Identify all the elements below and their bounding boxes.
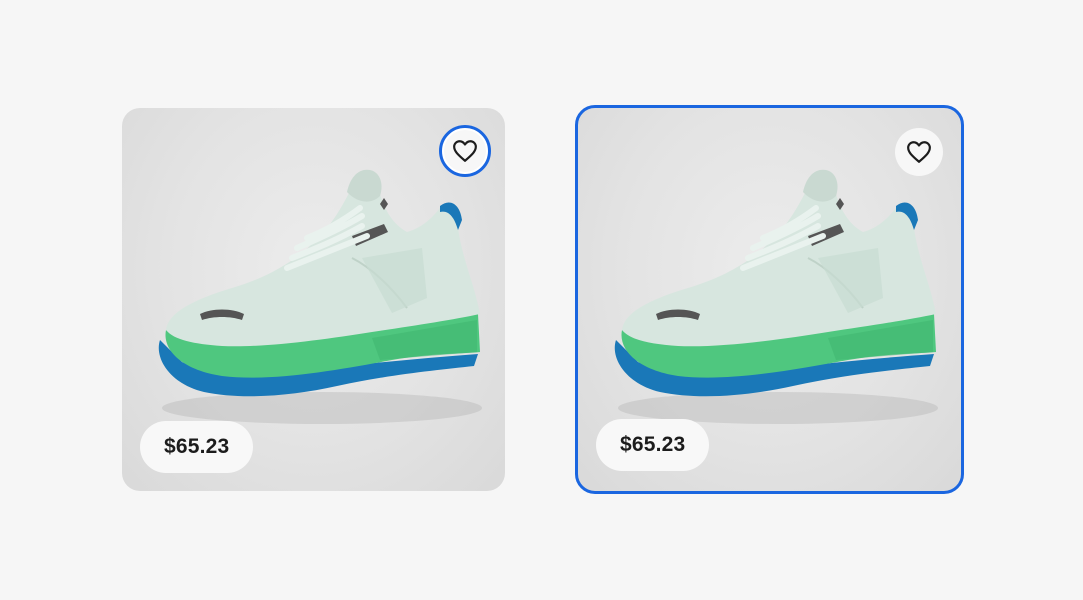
product-cards-stage: $65.23 $65.23 — [0, 0, 1083, 600]
price-tag: $65.23 — [140, 421, 254, 473]
price-tag: $65.23 — [596, 419, 710, 471]
favorite-button[interactable] — [439, 125, 491, 177]
heart-outline-icon — [907, 141, 931, 163]
favorite-button[interactable] — [895, 128, 943, 176]
product-card[interactable]: $65.23 — [122, 108, 505, 491]
product-card[interactable]: $65.23 — [575, 105, 964, 494]
heart-outline-icon — [453, 140, 477, 162]
